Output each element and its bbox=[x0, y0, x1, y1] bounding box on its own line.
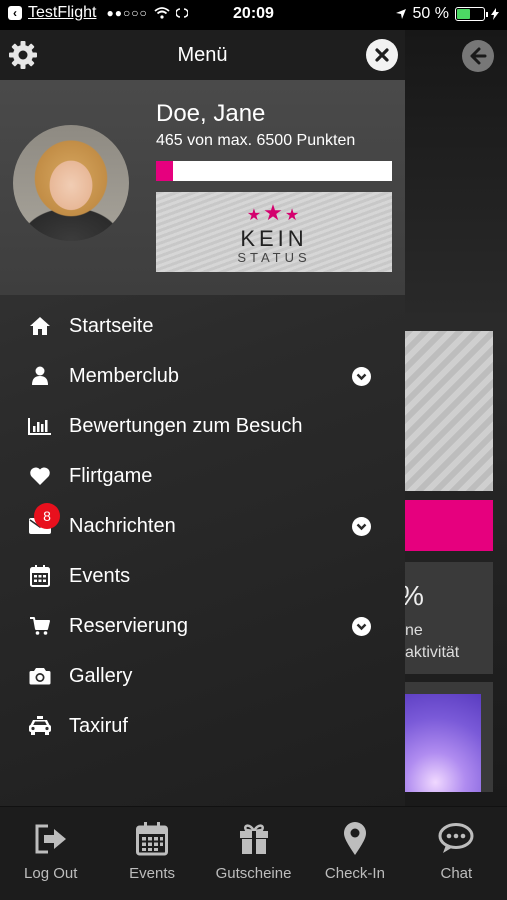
status-line-2: STATUS bbox=[237, 250, 311, 265]
bar-chart-icon bbox=[28, 414, 52, 438]
menu-item-label: Bewertungen zum Besuch bbox=[69, 415, 303, 437]
unread-badge: 8 bbox=[34, 503, 60, 529]
menu-item-label: Startseite bbox=[69, 315, 154, 337]
menu-item-gallery[interactable]: Gallery bbox=[0, 651, 405, 701]
chat-bubble-icon bbox=[438, 821, 474, 857]
tab-label: Gutscheine bbox=[215, 865, 292, 882]
menu-item-memberclub[interactable]: Memberclub bbox=[0, 351, 405, 401]
camera-icon bbox=[28, 664, 52, 688]
status-badge: ★★★ KEIN STATUS bbox=[156, 192, 392, 272]
points-text: 465 von max. 6500 Punkten bbox=[156, 132, 356, 149]
menu-item-label: Gallery bbox=[69, 665, 133, 687]
background-line-2: aktivität bbox=[405, 644, 460, 661]
battery-icon bbox=[455, 7, 488, 21]
tab-label: Chat bbox=[440, 865, 473, 882]
location-arrow-icon bbox=[395, 9, 406, 19]
menu-item-label: Memberclub bbox=[69, 365, 180, 387]
menu-item-events[interactable]: Events bbox=[0, 551, 405, 601]
side-menu-drawer: Menü Doe, Jane 465 von max. 6500 Punkten… bbox=[0, 30, 405, 806]
bottom-tab-bar: Log Out Events Gutscheine Check-In Chat bbox=[0, 806, 507, 900]
background-line-1: ne bbox=[405, 622, 423, 639]
cart-icon bbox=[28, 614, 52, 638]
menu-item-nachrichten[interactable]: 8 Nachrichten bbox=[0, 501, 405, 551]
menu-item-flirtgame[interactable]: Flirtgame bbox=[0, 451, 405, 501]
calendar-icon bbox=[28, 564, 52, 588]
gift-icon bbox=[236, 821, 272, 857]
close-icon bbox=[375, 48, 389, 62]
person-icon bbox=[28, 364, 52, 388]
user-name: Doe, Jane bbox=[156, 100, 266, 127]
points-progress-bar bbox=[156, 161, 392, 181]
background-pink-button bbox=[405, 500, 493, 551]
avatar[interactable] bbox=[13, 125, 129, 241]
menu-item-label: Nachrichten bbox=[69, 515, 176, 537]
back-arrow-button[interactable] bbox=[462, 40, 494, 72]
menu-list: Startseite Memberclub Bewertungen zum Be… bbox=[0, 301, 405, 751]
menu-item-startseite[interactable]: Startseite bbox=[0, 301, 405, 351]
calendar-icon bbox=[134, 821, 170, 857]
chevron-down-icon[interactable] bbox=[352, 367, 371, 386]
chevron-down-icon[interactable] bbox=[352, 617, 371, 636]
status-bar: ‹ TestFlight ●●○○○ 20:09 50 % bbox=[0, 0, 507, 30]
points-progress-fill bbox=[156, 161, 173, 181]
charging-bolt-icon bbox=[491, 8, 499, 20]
tab-label: Log Out bbox=[24, 865, 78, 882]
stars-icon: ★★★ bbox=[246, 200, 302, 225]
tab-check-in[interactable]: Check-In bbox=[304, 807, 405, 900]
close-menu-button[interactable] bbox=[366, 39, 398, 71]
menu-item-label: Events bbox=[69, 565, 131, 587]
tab-log-out[interactable]: Log Out bbox=[0, 807, 101, 900]
chevron-down-icon[interactable] bbox=[352, 517, 371, 536]
menu-item-label: Taxiruf bbox=[69, 715, 128, 737]
heart-icon bbox=[28, 464, 52, 488]
profile-section: Doe, Jane 465 von max. 6500 Punkten ★★★ … bbox=[0, 80, 405, 295]
battery-percent: 50 % bbox=[412, 5, 449, 22]
location-pin-icon bbox=[337, 821, 373, 857]
menu-item-taxiruf[interactable]: Taxiruf bbox=[0, 701, 405, 751]
background-card-image bbox=[405, 331, 493, 491]
background-photo bbox=[405, 694, 481, 792]
taxi-icon bbox=[28, 714, 52, 738]
menu-item-label: Reservierung bbox=[69, 615, 188, 637]
background-activity-card: % ne aktivität bbox=[399, 562, 493, 674]
tab-label: Check-In bbox=[324, 865, 385, 882]
status-line-1: KEIN bbox=[240, 226, 308, 251]
tab-gutscheine[interactable]: Gutscheine bbox=[203, 807, 304, 900]
home-icon bbox=[28, 314, 52, 338]
background-photo-card bbox=[405, 682, 493, 792]
menu-item-reservierung[interactable]: Reservierung bbox=[0, 601, 405, 651]
menu-item-bewertungen[interactable]: Bewertungen zum Besuch bbox=[0, 401, 405, 451]
arrow-left-icon bbox=[470, 47, 487, 65]
logout-icon bbox=[33, 821, 69, 857]
tab-events[interactable]: Events bbox=[101, 807, 202, 900]
tab-label: Events bbox=[129, 865, 176, 882]
menu-title: Menü bbox=[177, 44, 228, 66]
tab-chat[interactable]: Chat bbox=[406, 807, 507, 900]
drawer-header: Menü bbox=[0, 30, 405, 80]
menu-item-label: Flirtgame bbox=[69, 465, 153, 487]
